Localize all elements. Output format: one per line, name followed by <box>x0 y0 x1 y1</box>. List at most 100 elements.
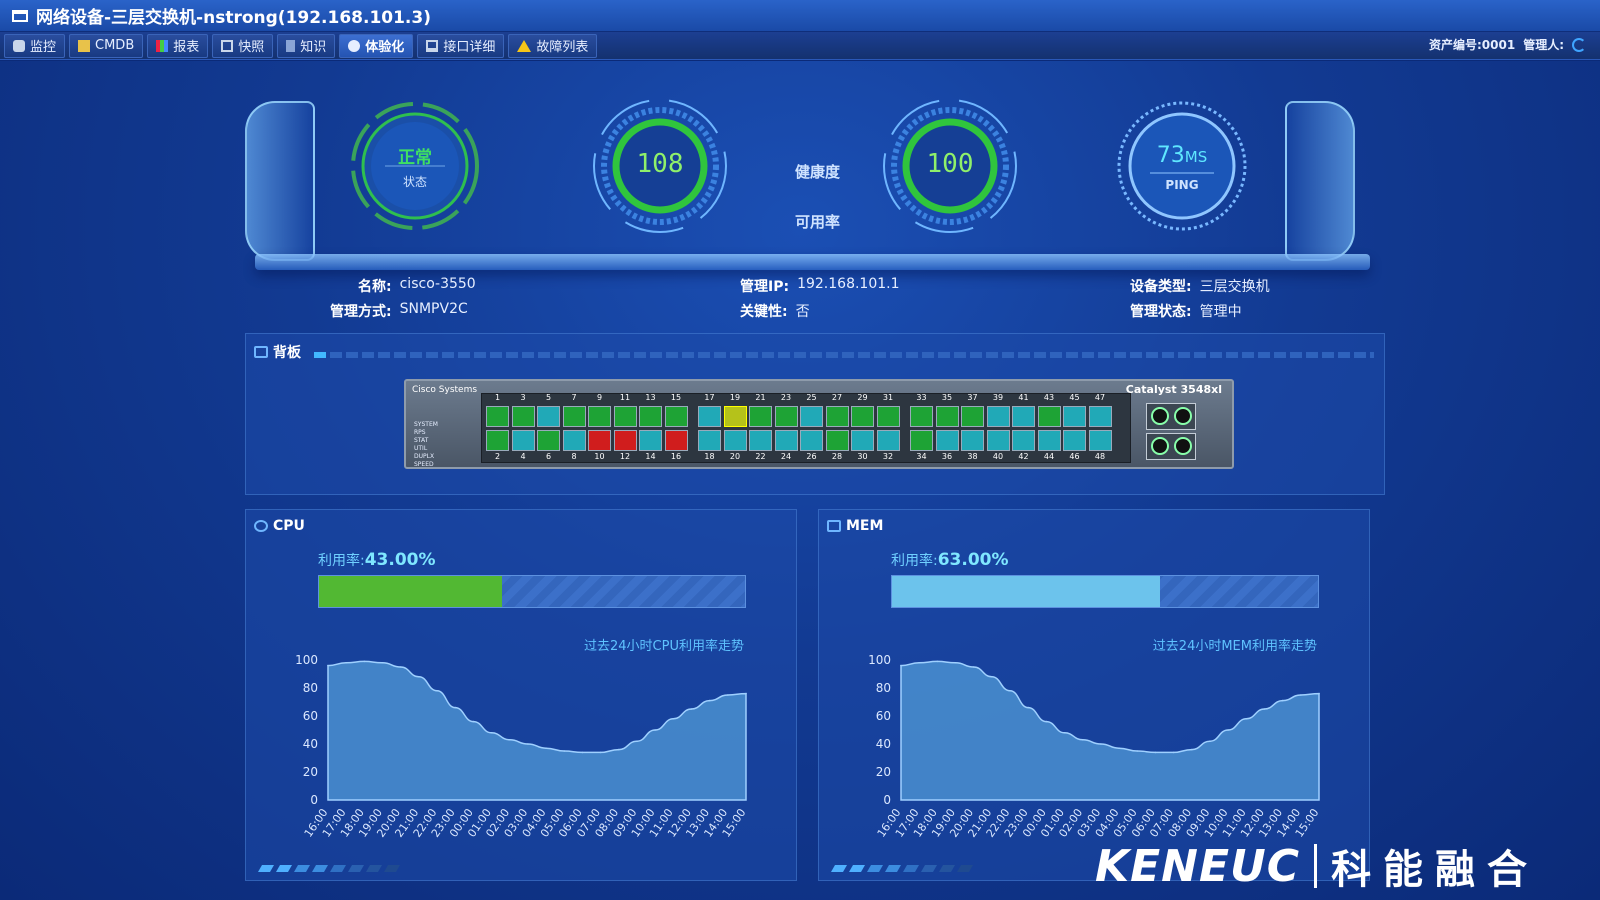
tab-cmdb[interactable]: CMDB <box>69 33 144 58</box>
mem-data-point <box>1281 699 1284 702</box>
mem-data-point <box>1045 720 1048 723</box>
mem-data-point <box>1263 708 1266 710</box>
port-20[interactable] <box>723 430 747 451</box>
mem-ytick-label: 40 <box>876 737 891 751</box>
port-26[interactable] <box>800 430 823 451</box>
port-4[interactable] <box>511 430 535 451</box>
availability-value: 100 <box>926 149 974 179</box>
cpu-usage-label: 利用率: <box>318 553 365 569</box>
cpu-data-point <box>381 662 384 664</box>
port-grid: 1 2 3 4 5 6 7 8 9 10 11 12 13 14 15 16 17 18 19 20 21 22 23 24 2… <box>481 393 1131 463</box>
port-19[interactable] <box>723 406 747 427</box>
port-34[interactable] <box>910 430 933 451</box>
port-21[interactable] <box>749 406 772 427</box>
port-number-bottom: 16 <box>670 452 682 461</box>
switch-brand: Cisco Systems <box>412 385 478 395</box>
port-number-bottom: 18 <box>704 452 715 461</box>
port-43[interactable] <box>1037 406 1061 427</box>
port-30[interactable] <box>851 430 874 451</box>
switch-model: Catalyst 3548xl <box>1125 383 1222 396</box>
tab-experience[interactable]: 体验化 <box>339 33 414 58</box>
port-number-top: 41 <box>1018 393 1029 402</box>
mem-data-point <box>991 676 993 678</box>
port-10[interactable] <box>588 430 611 451</box>
mem-ytick-label: 60 <box>876 709 891 723</box>
port-9[interactable] <box>588 406 611 427</box>
port-7[interactable] <box>562 406 586 427</box>
mem-data-point <box>1245 718 1248 720</box>
port-40[interactable] <box>986 430 1010 451</box>
port-2[interactable] <box>486 430 509 451</box>
port-8[interactable] <box>562 430 586 451</box>
port-45[interactable] <box>1063 406 1086 427</box>
ping-unit: MS <box>1184 148 1208 166</box>
ping-label: PING <box>1165 178 1199 192</box>
mem-data-point <box>936 660 939 663</box>
port-5[interactable] <box>537 406 560 427</box>
port-13[interactable] <box>639 406 662 427</box>
port-24[interactable] <box>774 430 798 451</box>
refresh-icon[interactable] <box>1572 37 1586 52</box>
port-42[interactable] <box>1012 430 1035 451</box>
port-11[interactable] <box>613 406 637 427</box>
port-12[interactable] <box>613 430 637 451</box>
port-37[interactable] <box>961 406 984 427</box>
cpu-data-point <box>418 676 420 678</box>
port-17[interactable] <box>698 406 721 427</box>
port-46[interactable] <box>1063 430 1086 451</box>
cpu-title: CPU <box>273 518 305 534</box>
port-36[interactable] <box>935 430 959 451</box>
cpu-data-point <box>454 706 457 709</box>
port-23[interactable] <box>774 406 798 427</box>
port-47[interactable] <box>1088 406 1112 427</box>
mgmt-state-value: 管理中 <box>1199 304 1242 320</box>
port-6[interactable] <box>537 430 560 451</box>
port-31[interactable] <box>876 406 900 427</box>
mem-data-point <box>1227 729 1229 731</box>
port-15[interactable] <box>664 406 688 427</box>
port-number-top: 47 <box>1094 393 1106 402</box>
port-27[interactable] <box>825 406 849 427</box>
port-25[interactable] <box>800 406 823 427</box>
port-number-top: 29 <box>857 393 868 402</box>
port-32[interactable] <box>876 430 900 451</box>
platform-decoration <box>255 254 1370 270</box>
port-35[interactable] <box>935 406 959 427</box>
window-title: 网络设备-三层交换机-nstrong(192.168.101.3) <box>36 8 431 28</box>
cpu-ytick-label: 0 <box>310 793 318 807</box>
port-3[interactable] <box>511 406 535 427</box>
port-22[interactable] <box>749 430 772 451</box>
cpu-data-point <box>563 750 566 752</box>
port-29[interactable] <box>851 406 874 427</box>
tab-monitor[interactable]: 监控 <box>4 33 66 58</box>
port-41[interactable] <box>1012 406 1035 427</box>
database-icon <box>78 39 91 52</box>
port-18[interactable] <box>698 430 721 451</box>
port-44[interactable] <box>1037 430 1061 451</box>
mem-data-point <box>918 662 920 664</box>
port-number-bottom: 26 <box>806 452 817 461</box>
tab-fault-list[interactable]: 故障列表 <box>508 33 598 58</box>
tab-report[interactable]: 报表 <box>147 33 209 58</box>
port-28[interactable] <box>825 430 849 451</box>
port-number-bottom: 42 <box>1018 452 1029 461</box>
port-38[interactable] <box>961 430 984 451</box>
tab-interface-detail[interactable]: 接口详细 <box>417 33 505 58</box>
tab-knowledge[interactable]: 知识 <box>277 33 336 58</box>
port-number-top: 5 <box>545 393 552 402</box>
mem-data-point <box>1209 740 1211 742</box>
uplink-bottom[interactable] <box>1146 433 1196 460</box>
port-48[interactable] <box>1088 430 1112 451</box>
mem-data-point <box>1172 751 1175 754</box>
uplink-top[interactable] <box>1146 403 1196 430</box>
port-33[interactable] <box>910 406 933 427</box>
mem-data-point <box>1318 692 1320 695</box>
port-16[interactable] <box>664 430 688 451</box>
cpu-data-point <box>345 662 347 664</box>
tab-snapshot[interactable]: 快照 <box>212 33 274 58</box>
port-1[interactable] <box>486 406 509 427</box>
port-14[interactable] <box>639 430 662 451</box>
mem-ytick-label: 100 <box>868 653 891 667</box>
port-number-bottom: 48 <box>1094 452 1106 461</box>
port-39[interactable] <box>986 406 1010 427</box>
